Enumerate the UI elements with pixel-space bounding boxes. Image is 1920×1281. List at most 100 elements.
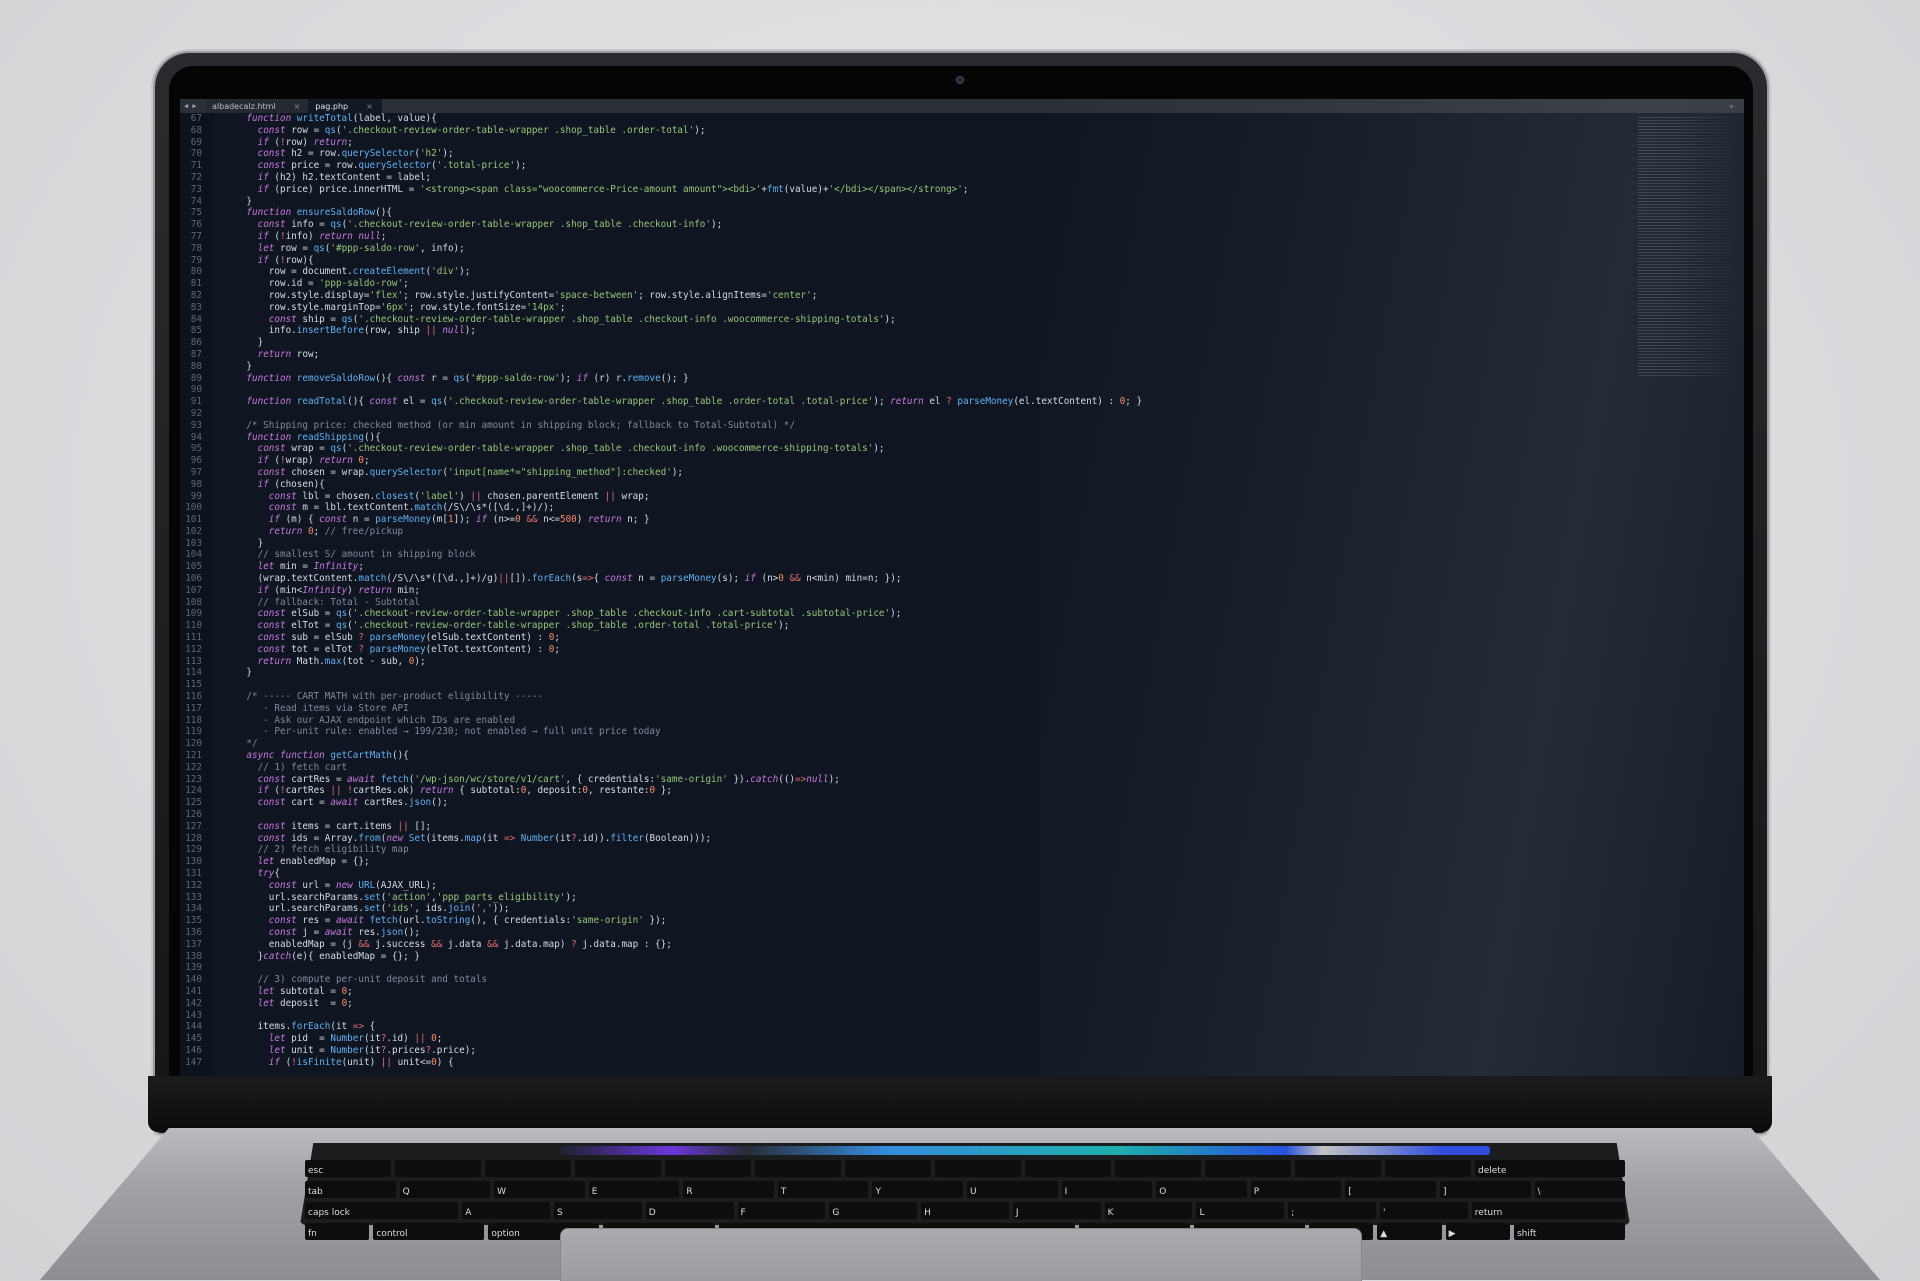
key[interactable]: Q <box>399 1181 491 1198</box>
code-line[interactable]: 141 let subtotal = 0; <box>180 986 1630 998</box>
key[interactable] <box>755 1160 841 1177</box>
code-line[interactable]: 83 row.style.marginTop='6px'; row.style.… <box>180 302 1630 314</box>
code-line[interactable]: 143 <box>180 1010 1630 1022</box>
key[interactable]: esc <box>305 1160 391 1177</box>
code-line[interactable]: 116 /* ----- CART MATH with per-product … <box>180 691 1630 703</box>
code-line[interactable]: 89 function removeSaldoRow(){ const r = … <box>180 373 1630 385</box>
key[interactable]: H <box>921 1202 1009 1219</box>
key[interactable] <box>845 1160 931 1177</box>
key[interactable]: return <box>1471 1202 1625 1219</box>
code-line[interactable]: 147 if (!isFinite(unit) || unit<=0) { <box>180 1057 1630 1069</box>
code-line[interactable]: 122 // 1) fetch cart <box>180 762 1630 774</box>
key[interactable]: T <box>777 1181 869 1198</box>
code-line[interactable]: 140 // 3) compute per-unit deposit and t… <box>180 974 1630 986</box>
code-line[interactable]: 137 enabledMap = (j && j.success && j.da… <box>180 939 1630 951</box>
key[interactable] <box>395 1160 481 1177</box>
code-line[interactable]: 100 const m = lbl.textContent.match(/S\/… <box>180 502 1630 514</box>
code-line[interactable]: 79 if (!row){ <box>180 255 1630 267</box>
code-line[interactable]: 133 url.searchParams.set('action','ppp_p… <box>180 892 1630 904</box>
code-line[interactable]: 121 async function getCartMath(){ <box>180 750 1630 762</box>
key[interactable]: F <box>737 1202 826 1219</box>
code-line[interactable]: 144 items.forEach(it => { <box>180 1021 1630 1033</box>
code-line[interactable]: 112 const tot = elTot ? parseMoney(elTot… <box>180 644 1630 656</box>
key[interactable]: Y <box>872 1181 964 1198</box>
key[interactable]: ; <box>1288 1202 1377 1219</box>
key[interactable]: P <box>1250 1181 1342 1198</box>
code-line[interactable]: 103 } <box>180 538 1630 550</box>
code-line[interactable]: 92 <box>180 408 1630 420</box>
code-line[interactable]: 111 const sub = elSub ? parseMoney(elSub… <box>180 632 1630 644</box>
code-line[interactable]: 87 return row; <box>180 349 1630 361</box>
code-line[interactable]: 124 if (!cartRes || !cartRes.ok) return … <box>180 785 1630 797</box>
key[interactable]: I <box>1061 1181 1153 1198</box>
code-line[interactable]: 142 let deposit = 0; <box>180 998 1630 1010</box>
tab-nav-arrows-icon[interactable]: ◀ ▶ <box>180 102 206 110</box>
code-line[interactable]: 106 (wrap.textContent.match(/S\/\s*([\d.… <box>180 573 1630 585</box>
code-line[interactable]: 68 const row = qs('.checkout-review-orde… <box>180 125 1630 137</box>
code-line[interactable]: 70 const h2 = row.querySelector('h2'); <box>180 148 1630 160</box>
code-line[interactable]: 130 let enabledMap = {}; <box>180 856 1630 868</box>
code-line[interactable]: 113 return Math.max(tot - sub, 0); <box>180 656 1630 668</box>
code-line[interactable]: 104 // smallest S/ amount in shipping bl… <box>180 549 1630 561</box>
code-line[interactable]: 110 const elTot = qs('.checkout-review-o… <box>180 620 1630 632</box>
code-line[interactable]: 102 return 0; // free/pickup <box>180 526 1630 538</box>
code-line[interactable]: 109 const elSub = qs('.checkout-review-o… <box>180 608 1630 620</box>
code-area[interactable]: 67 function writeTotal(label, value){68 … <box>180 113 1630 1069</box>
code-line[interactable]: 95 const wrap = qs('.checkout-review-ord… <box>180 443 1630 455</box>
code-line[interactable]: 146 let unit = Number(it?.prices?.price)… <box>180 1045 1630 1057</box>
code-line[interactable]: 105 let min = Infinity; <box>180 561 1630 573</box>
key[interactable]: S <box>553 1202 642 1219</box>
code-line[interactable]: 117 - Read items via Store API <box>180 703 1630 715</box>
touch-bar[interactable] <box>560 1146 1490 1155</box>
code-line[interactable]: 135 const res = await fetch(url.toString… <box>180 915 1630 927</box>
key[interactable]: ▲ <box>1377 1223 1442 1240</box>
code-line[interactable]: 69 if (!row) return; <box>180 137 1630 149</box>
code-line[interactable]: 123 const cartRes = await fetch('/wp-jso… <box>180 774 1630 786</box>
key[interactable]: control <box>373 1223 485 1240</box>
code-line[interactable]: 139 <box>180 962 1630 974</box>
code-line[interactable]: 82 row.style.display='flex'; row.style.j… <box>180 290 1630 302</box>
key[interactable]: G <box>829 1202 918 1219</box>
code-line[interactable]: 107 if (min<Infinity) return min; <box>180 585 1630 597</box>
key[interactable]: caps lock <box>305 1202 459 1219</box>
key[interactable] <box>1205 1160 1291 1177</box>
close-icon[interactable]: × <box>366 102 373 111</box>
code-line[interactable]: 93 /* Shipping price: checked method (or… <box>180 420 1630 432</box>
code-line[interactable]: 97 const chosen = wrap.querySelector('in… <box>180 467 1630 479</box>
key[interactable]: J <box>1012 1202 1101 1219</box>
code-line[interactable]: 132 const url = new URL(AJAX_URL); <box>180 880 1630 892</box>
code-line[interactable]: 84 const ship = qs('.checkout-review-ord… <box>180 314 1630 326</box>
key[interactable]: tab <box>305 1181 396 1198</box>
code-editor[interactable]: 67 function writeTotal(label, value){68 … <box>180 113 1744 1076</box>
code-line[interactable]: 120 */ <box>180 738 1630 750</box>
code-line[interactable]: 118 - Ask our AJAX endpoint which IDs ar… <box>180 715 1630 727</box>
code-line[interactable]: 98 if (chosen){ <box>180 479 1630 491</box>
key[interactable]: W <box>494 1181 585 1198</box>
key[interactable] <box>665 1160 751 1177</box>
code-line[interactable]: 77 if (!info) return null; <box>180 231 1630 243</box>
code-line[interactable]: 88 } <box>180 361 1630 373</box>
code-line[interactable]: 108 // fallback: Total - Subtotal <box>180 597 1630 609</box>
key[interactable]: R <box>683 1181 774 1198</box>
key[interactable]: shift <box>1513 1223 1625 1240</box>
code-line[interactable]: 136 const j = await res.json(); <box>180 927 1630 939</box>
key[interactable]: O <box>1156 1181 1247 1198</box>
key[interactable] <box>935 1160 1021 1177</box>
close-icon[interactable]: × <box>294 102 301 111</box>
code-line[interactable]: 119 - Per-unit rule: enabled → 199/230; … <box>180 726 1630 738</box>
key[interactable] <box>1025 1160 1111 1177</box>
trackpad[interactable] <box>560 1228 1362 1281</box>
code-line[interactable]: 91 function readTotal(){ const el = qs('… <box>180 396 1630 408</box>
tab-pag-php[interactable]: pag.php × <box>309 99 382 113</box>
key[interactable] <box>575 1160 661 1177</box>
code-line[interactable]: 78 let row = qs('#ppp-saldo-row', info); <box>180 243 1630 255</box>
key[interactable]: ] <box>1439 1181 1531 1198</box>
code-line[interactable]: 145 let pid = Number(it?.id) || 0; <box>180 1033 1630 1045</box>
code-line[interactable]: 75 function ensureSaldoRow(){ <box>180 207 1630 219</box>
new-tab-plus-icon[interactable]: + <box>1729 102 1734 111</box>
code-line[interactable]: 138 }catch(e){ enabledMap = {}; } <box>180 951 1630 963</box>
code-line[interactable]: 96 if (!wrap) return 0; <box>180 455 1630 467</box>
code-line[interactable]: 67 function writeTotal(label, value){ <box>180 113 1630 125</box>
key[interactable]: A <box>462 1202 550 1219</box>
code-line[interactable]: 101 if (m) { const n = parseMoney(m[1]);… <box>180 514 1630 526</box>
